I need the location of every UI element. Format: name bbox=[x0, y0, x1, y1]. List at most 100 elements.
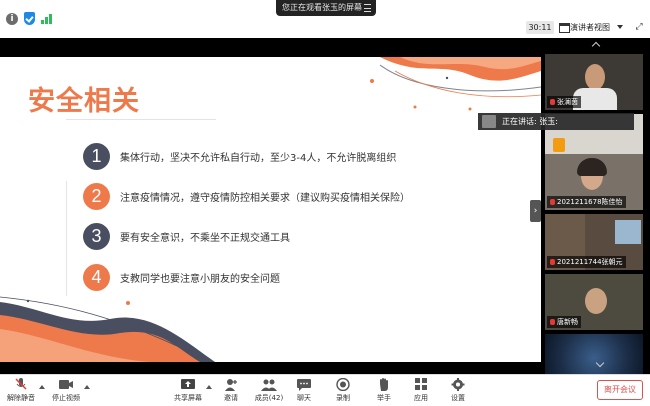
record-label: 录制 bbox=[336, 394, 350, 402]
gear-icon bbox=[451, 378, 465, 391]
settings-label: 设置 bbox=[451, 394, 465, 402]
muted-mic-icon bbox=[550, 99, 555, 105]
participant-name: 2021211678陈佳怡 bbox=[557, 198, 623, 206]
share-options-chevron-icon[interactable] bbox=[206, 385, 212, 389]
participant-tile[interactable] bbox=[545, 334, 643, 374]
share-screen-icon bbox=[181, 379, 195, 389]
dot bbox=[468, 107, 472, 111]
list-item: 1 集体行动，坚决不允许私自行动，至少3-4人，不允许脱离组织 bbox=[83, 143, 396, 170]
raise-hand-label: 举手 bbox=[377, 394, 391, 402]
info-icon[interactable]: i bbox=[6, 12, 18, 25]
menu-icon[interactable] bbox=[364, 4, 371, 12]
item-text: 支教同学也要注意小朋友的安全问题 bbox=[120, 274, 280, 285]
top-bar: i 您正在观看张玉的屏幕 30:11 演讲者视图 ⤢ bbox=[0, 0, 650, 38]
status-icons: i bbox=[6, 12, 52, 25]
shared-screen: 安全相关 1 集体行动，坚决不允许私自行动，至少3-4人，不允许脱离组织 2 注… bbox=[0, 38, 541, 374]
raise-hand-icon bbox=[380, 378, 388, 391]
user-icon bbox=[553, 138, 565, 152]
muted-mic-icon bbox=[550, 259, 555, 265]
meeting-timer: 30:11 bbox=[526, 21, 554, 34]
settings-button[interactable]: 设置 bbox=[441, 378, 475, 403]
active-speaker-indicator: 正在讲话: 张玉: bbox=[478, 113, 634, 130]
network-signal-icon[interactable] bbox=[41, 13, 52, 24]
audio-options-chevron-icon[interactable] bbox=[39, 385, 45, 389]
participant-name: 2021211744张朝元 bbox=[557, 258, 623, 266]
chevron-down-icon bbox=[617, 25, 623, 29]
invite-label: 邀请 bbox=[224, 394, 238, 402]
list-item: 4 支教同学也要注意小朋友的安全问题 bbox=[83, 264, 280, 291]
participant-name: 张澜茵 bbox=[557, 98, 578, 106]
item-text: 集体行动，坚决不允许私自行动，至少3-4人，不允许脱离组织 bbox=[120, 153, 397, 164]
list-item: 3 要有安全意识，不乘坐不正规交通工具 bbox=[83, 223, 290, 250]
share-screen-label: 共享屏幕 bbox=[174, 394, 202, 402]
item-number: 2 bbox=[83, 183, 110, 210]
participant-tile[interactable]: 2021211678陈佳怡 bbox=[545, 154, 643, 210]
dot bbox=[163, 345, 167, 349]
video-camera-icon bbox=[59, 380, 73, 389]
presentation-slide: 安全相关 1 集体行动，坚决不允许私自行动，至少3-4人，不允许脱离组织 2 注… bbox=[0, 57, 541, 362]
apps-button[interactable]: 应用 bbox=[404, 378, 438, 403]
unmute-label: 解除静音 bbox=[7, 394, 35, 402]
chat-button[interactable]: 聊天 bbox=[287, 378, 321, 403]
viewing-share-banner[interactable]: 您正在观看张玉的屏幕 bbox=[276, 0, 376, 16]
list-item: 2 注意疫情情况，遵守疫情防控相关要求（建议购买疫情相关保险） bbox=[83, 183, 410, 210]
share-screen-button[interactable]: 共享屏幕 bbox=[171, 378, 205, 403]
muted-mic-icon bbox=[15, 378, 27, 390]
participant-video bbox=[585, 64, 605, 90]
apps-label: 应用 bbox=[414, 394, 428, 402]
participant-video bbox=[577, 158, 607, 176]
chat-icon bbox=[297, 379, 311, 391]
video-options-chevron-icon[interactable] bbox=[84, 385, 90, 389]
security-shield-icon[interactable] bbox=[24, 12, 35, 25]
item-text: 注意疫情情况，遵守疫情防控相关要求（建议购买疫情相关保险） bbox=[120, 193, 410, 204]
participant-tile[interactable]: 唐新畅 bbox=[545, 274, 643, 330]
participant-name-tag: 唐新畅 bbox=[547, 316, 581, 328]
dot bbox=[370, 79, 374, 83]
record-icon bbox=[336, 378, 350, 391]
participant-tile[interactable]: 张澜茵 bbox=[545, 54, 643, 110]
chat-label: 聊天 bbox=[297, 394, 311, 402]
slide-title: 安全相关 bbox=[28, 86, 140, 117]
dot bbox=[126, 301, 130, 305]
stop-video-button[interactable]: 停止视频 bbox=[49, 378, 83, 403]
participants-button[interactable]: 成员(42) bbox=[252, 378, 286, 403]
gallery-collapse-button[interactable]: › bbox=[530, 200, 541, 222]
dot bbox=[26, 299, 30, 303]
participants-label: 成员(42) bbox=[254, 394, 284, 402]
record-button[interactable]: 录制 bbox=[326, 378, 360, 403]
item-number: 4 bbox=[83, 264, 110, 291]
view-mode-button[interactable]: 演讲者视图 bbox=[558, 20, 628, 35]
active-speaker-label: 正在讲话: 张玉: bbox=[502, 117, 558, 126]
participant-video bbox=[615, 220, 641, 244]
invite-button[interactable]: 邀请 bbox=[214, 378, 248, 403]
list-divider bbox=[66, 181, 67, 296]
avatar bbox=[482, 115, 496, 128]
participant-name-tag: 2021211678陈佳怡 bbox=[547, 196, 626, 208]
dot bbox=[413, 105, 417, 109]
gallery-scroll-up-icon[interactable] bbox=[591, 41, 601, 51]
leave-meeting-button[interactable]: 离开会议 bbox=[597, 380, 643, 400]
unmute-button[interactable]: 解除静音 bbox=[4, 378, 38, 403]
video-gallery: 张澜茵 张玉 2021211678陈佳怡 2021211744张朝元 唐新畅 bbox=[541, 38, 650, 374]
invite-user-icon bbox=[225, 379, 237, 391]
participant-tile[interactable]: 2021211744张朝元 bbox=[545, 214, 643, 270]
title-divider bbox=[66, 119, 216, 120]
participant-name-tag: 张澜茵 bbox=[547, 96, 581, 108]
muted-mic-icon bbox=[550, 319, 555, 325]
participant-name-tag: 2021211744张朝元 bbox=[547, 256, 626, 268]
item-number: 1 bbox=[83, 143, 110, 170]
participant-name: 唐新畅 bbox=[557, 318, 578, 326]
participants-icon bbox=[261, 379, 277, 391]
dot bbox=[445, 76, 449, 80]
item-number: 3 bbox=[83, 223, 110, 250]
stop-video-label: 停止视频 bbox=[52, 394, 80, 402]
fullscreen-icon[interactable]: ⤢ bbox=[634, 22, 644, 32]
participant-video bbox=[585, 288, 607, 314]
meeting-toolbar: 解除静音 停止视频 共享屏幕 邀请 成员(42) 聊天 录制 举手 应用 设置 … bbox=[0, 374, 650, 406]
apps-grid-icon bbox=[415, 378, 427, 390]
muted-mic-icon bbox=[550, 199, 555, 205]
raise-hand-button[interactable]: 举手 bbox=[367, 378, 401, 403]
item-text: 要有安全意识，不乘坐不正规交通工具 bbox=[120, 233, 290, 244]
gallery-scroll-down-icon[interactable] bbox=[595, 358, 605, 368]
view-mode-label: 演讲者视图 bbox=[570, 23, 610, 32]
